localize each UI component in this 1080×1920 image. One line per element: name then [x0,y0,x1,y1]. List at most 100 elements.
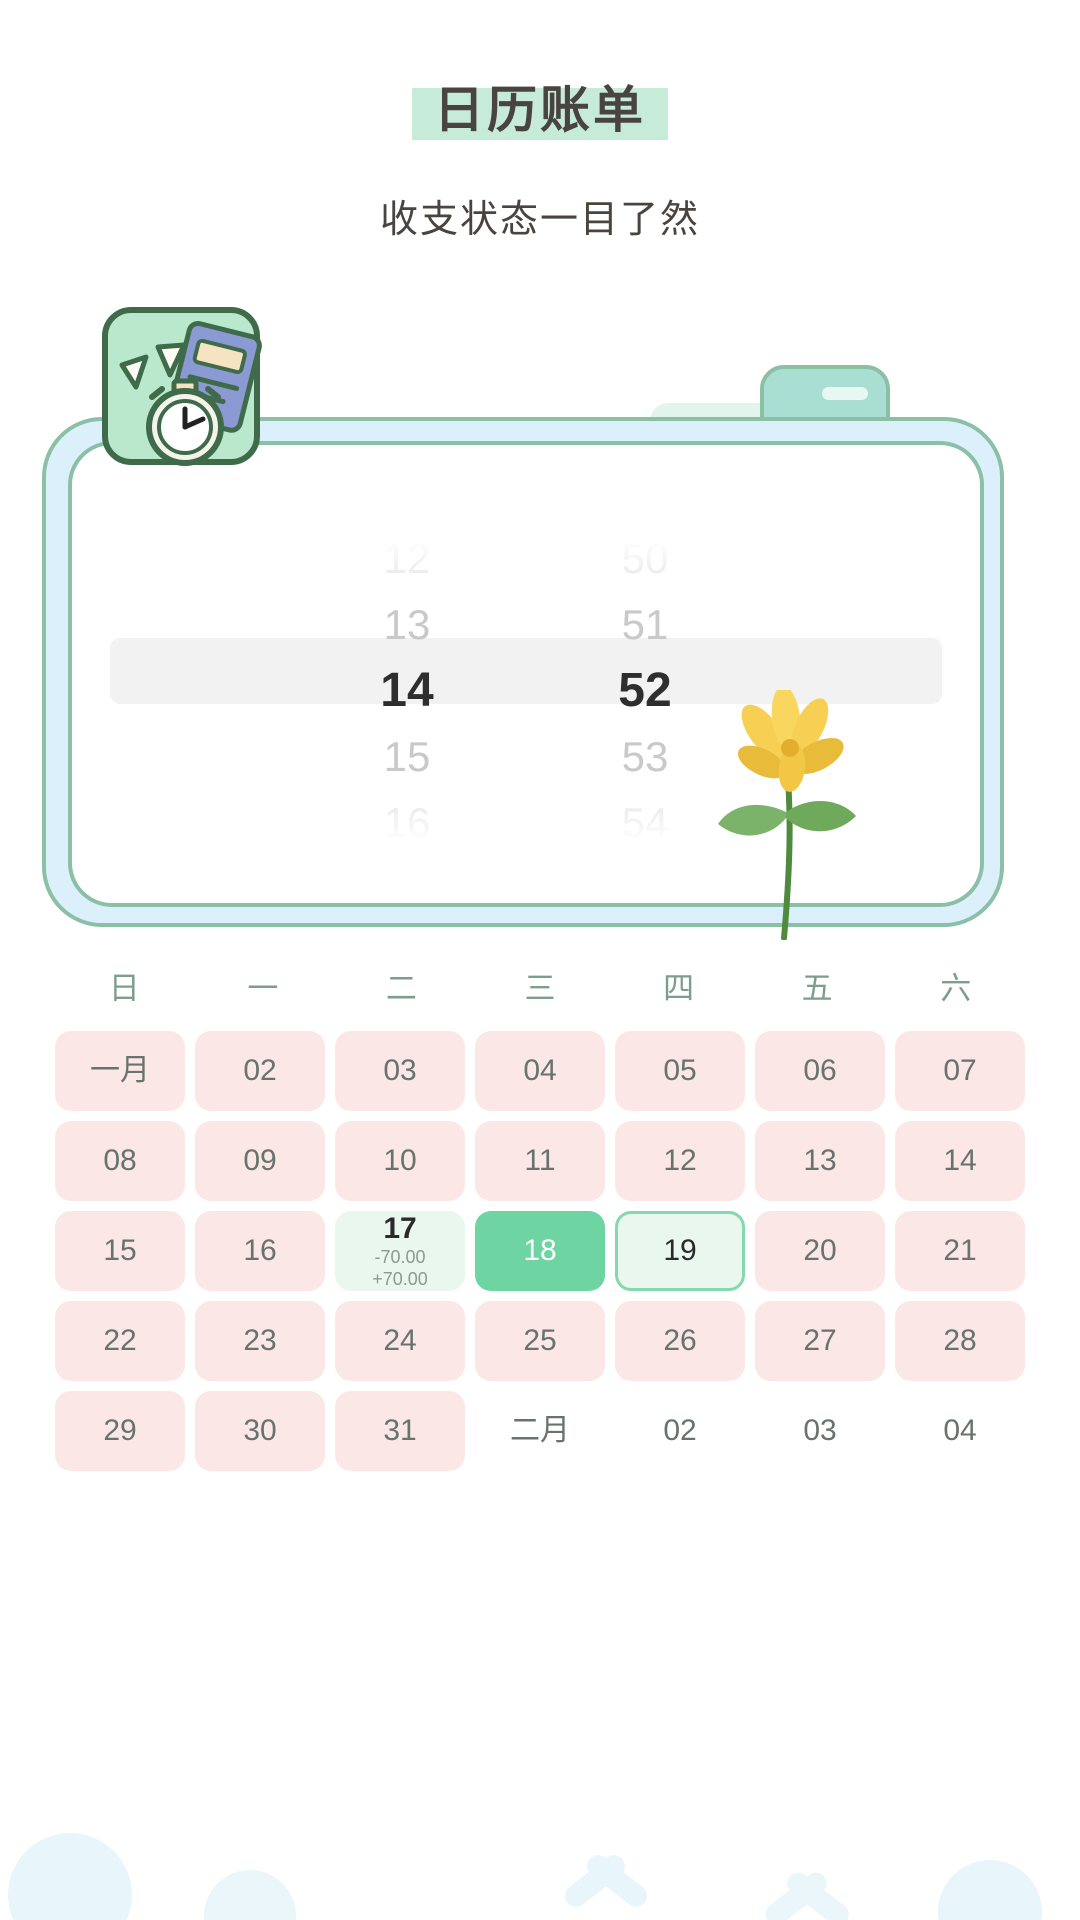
calendar-day-cell[interactable]: 29 [55,1391,185,1471]
calendar-day-number: 19 [663,1234,697,1267]
weekday-sat: 六 [940,971,972,1006]
weekday-tue: 二 [385,971,417,1006]
picker-option-minute-selected[interactable]: 52 [570,658,720,724]
calendar-day-cell[interactable]: 27 [755,1301,885,1381]
picker-column-hour[interactable]: 12 13 14 15 16 [332,526,482,856]
calendar-day-number: 04 [523,1054,557,1087]
calendar-day-number: 15 [103,1234,137,1267]
picker-option-minute[interactable]: 54 [570,790,720,856]
calendar-day-cell[interactable]: 10 [335,1121,465,1201]
calendar: 日 一 二 三 四 五 六 一月 02 03 04 05 06 07 08 09 10 11 12 13… [55,965,1025,1471]
calendar-day-cell[interactable]: 25 [475,1301,605,1381]
calendar-day-cell[interactable]: 11 [475,1121,605,1201]
calendar-day-income: +70.00 [372,1269,428,1289]
calendar-day-number: 一月 [90,1054,150,1087]
promo-page: 日历账单 收支状态一目了然 12 13 14 15 16 50 51 52 53… [0,0,1080,1920]
page-subtitle: 收支状态一目了然 [379,199,700,241]
calendar-day-number: 17 [383,1212,417,1245]
calendar-day-number: 21 [943,1234,977,1267]
calendar-day-cell[interactable]: 二月 [475,1391,605,1471]
calendar-day-cell[interactable]: 04 [895,1391,1025,1471]
calendar-day-cell[interactable]: 24 [335,1301,465,1381]
calendar-day-number: 09 [243,1144,277,1177]
calendar-day-number: 03 [383,1054,417,1087]
weekday-sun: 日 [108,971,140,1006]
calendar-day-number: 06 [803,1054,837,1087]
calendar-day-cell[interactable]: 12 [615,1121,745,1201]
calendar-day-cell[interactable]: 02 [615,1391,745,1471]
calendar-day-cell[interactable]: 04 [475,1031,605,1111]
calendar-day-number: 二月 [510,1414,570,1447]
calendar-day-cell[interactable]: 03 [335,1031,465,1111]
calendar-day-cell[interactable]: 06 [755,1031,885,1111]
calendar-day-number: 24 [383,1324,417,1357]
calendar-day-number: 03 [803,1414,837,1447]
calendar-day-cell[interactable]: 09 [195,1121,325,1201]
calendar-day-cell[interactable]: 23 [195,1301,325,1381]
calendar-day-number: 22 [103,1324,137,1357]
calendar-day-number: 25 [523,1324,557,1357]
picker-option-hour[interactable]: 12 [332,526,482,592]
calendar-day-number: 02 [243,1054,277,1087]
calendar-day-number: 02 [663,1414,697,1447]
calendar-day-cell[interactable]: 22 [55,1301,185,1381]
weekday-mon: 一 [247,971,279,1006]
calendar-day-cell[interactable]: 15 [55,1211,185,1291]
calendar-day-cell[interactable]: 17 -70.00 +70.00 [335,1211,465,1291]
calendar-day-cell[interactable]: 31 [335,1391,465,1471]
calendar-day-number: 13 [803,1144,837,1177]
phone-speaker [822,387,868,400]
calendar-day-number: 30 [243,1414,277,1447]
calendar-day-number: 27 [803,1324,837,1357]
header: 日历账单 收支状态一目了然 [0,0,1080,244]
calendar-day-number: 05 [663,1054,697,1087]
weekday-wed: 三 [524,971,556,1006]
calendar-day-cell[interactable]: 一月 [55,1031,185,1111]
calendar-day-cell[interactable]: 16 [195,1211,325,1291]
calendar-day-cell[interactable]: 05 [615,1031,745,1111]
calendar-day-number: 26 [663,1324,697,1357]
calendar-day-number: 11 [524,1144,556,1177]
calendar-day-number: 28 [943,1324,977,1357]
picker-option-minute[interactable]: 53 [570,724,720,790]
calendar-day-number: 12 [663,1144,697,1177]
calendar-day-cell[interactable]: 30 [195,1391,325,1471]
calendar-day-cell[interactable]: 18 [475,1211,605,1291]
calendar-day-cell[interactable]: 28 [895,1301,1025,1381]
picker-option-hour[interactable]: 13 [332,592,482,658]
calendar-grid: 一月 02 03 04 05 06 07 08 09 10 11 12 13 14 15 16 17 -70.00… [55,1031,1025,1471]
calendar-day-number: 18 [523,1234,557,1267]
calendar-day-number: 29 [103,1414,137,1447]
background-decoration [0,1720,1080,1920]
page-title-wrapper: 日历账单 [412,78,668,142]
picker-column-minute[interactable]: 50 51 52 53 54 [570,526,720,856]
calendar-day-expense: -70.00 [374,1247,426,1267]
calendar-day-number: 31 [383,1414,417,1447]
picker-option-hour[interactable]: 15 [332,724,482,790]
calendar-day-cell[interactable]: 13 [755,1121,885,1201]
picker-option-hour[interactable]: 16 [332,790,482,856]
calendar-day-number: 07 [943,1054,977,1087]
calendar-day-cell[interactable]: 21 [895,1211,1025,1291]
calendar-day-number: 14 [943,1144,977,1177]
calendar-weekday-header: 日 一 二 三 四 五 六 [55,965,1025,1013]
picker-option-minute[interactable]: 50 [570,526,720,592]
calendar-day-cell[interactable]: 02 [195,1031,325,1111]
calendar-day-cell[interactable]: 19 [615,1211,745,1291]
page-title: 日历账单 [434,82,646,138]
calendar-day-cell[interactable]: 20 [755,1211,885,1291]
clock-and-book-sticker [100,305,262,467]
calendar-day-number: 08 [103,1144,137,1177]
calendar-day-number: 20 [803,1234,837,1267]
calendar-day-number: 23 [243,1324,277,1357]
calendar-day-cell[interactable]: 08 [55,1121,185,1201]
picker-option-minute[interactable]: 51 [570,592,720,658]
calendar-day-number: 10 [383,1144,417,1177]
calendar-day-cell[interactable]: 07 [895,1031,1025,1111]
flower-illustration [700,686,880,941]
calendar-day-number: 16 [243,1234,277,1267]
calendar-day-cell[interactable]: 14 [895,1121,1025,1201]
calendar-day-cell[interactable]: 03 [755,1391,885,1471]
calendar-day-cell[interactable]: 26 [615,1301,745,1381]
picker-option-hour-selected[interactable]: 14 [332,658,482,724]
